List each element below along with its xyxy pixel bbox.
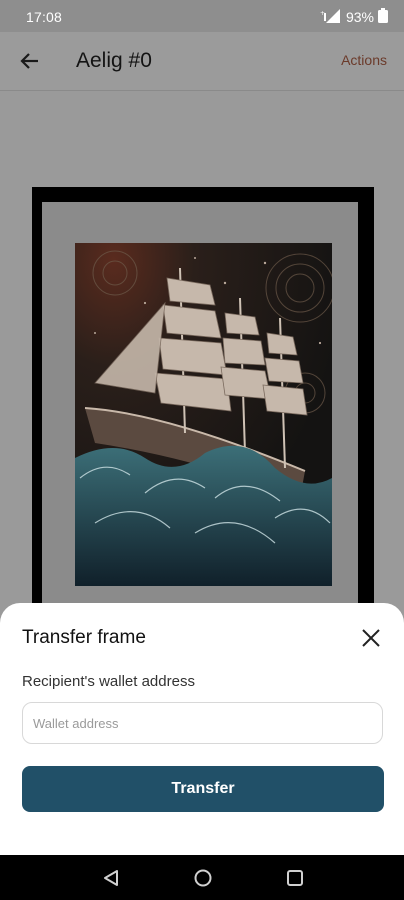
status-bar: 17:08 + 93% [0,0,404,32]
page-title: Aelig #0 [76,49,152,72]
arrow-left-icon [20,53,38,69]
status-time: 17:08 [26,9,63,25]
data-signal-icon: + [320,8,342,26]
battery-percent: 93% [345,9,374,25]
close-button[interactable] [360,627,382,649]
nav-home-button[interactable] [191,866,215,890]
nav-recents-button[interactable] [283,866,307,890]
sheet-title: Transfer frame [22,627,146,648]
battery-icon [378,8,388,26]
close-icon [362,629,380,647]
home-circle-icon [194,869,212,887]
transfer-sheet: Transfer frame Recipient's wallet addres… [0,603,404,855]
app-bar: Aelig #0 Actions [0,32,404,91]
recents-square-icon [287,870,303,886]
transfer-button[interactable]: Transfer [22,766,384,812]
wallet-address-label: Recipient's wallet address [22,673,195,690]
status-icons: + 93% [320,8,388,26]
actions-button[interactable]: Actions [341,52,387,68]
ship-painting [75,243,332,586]
back-triangle-icon [104,870,118,886]
back-button[interactable] [16,47,44,75]
artwork-preview-area [0,91,404,622]
nav-back-button[interactable] [99,866,123,890]
wallet-address-input[interactable] [22,702,383,744]
system-nav-bar [0,855,404,900]
